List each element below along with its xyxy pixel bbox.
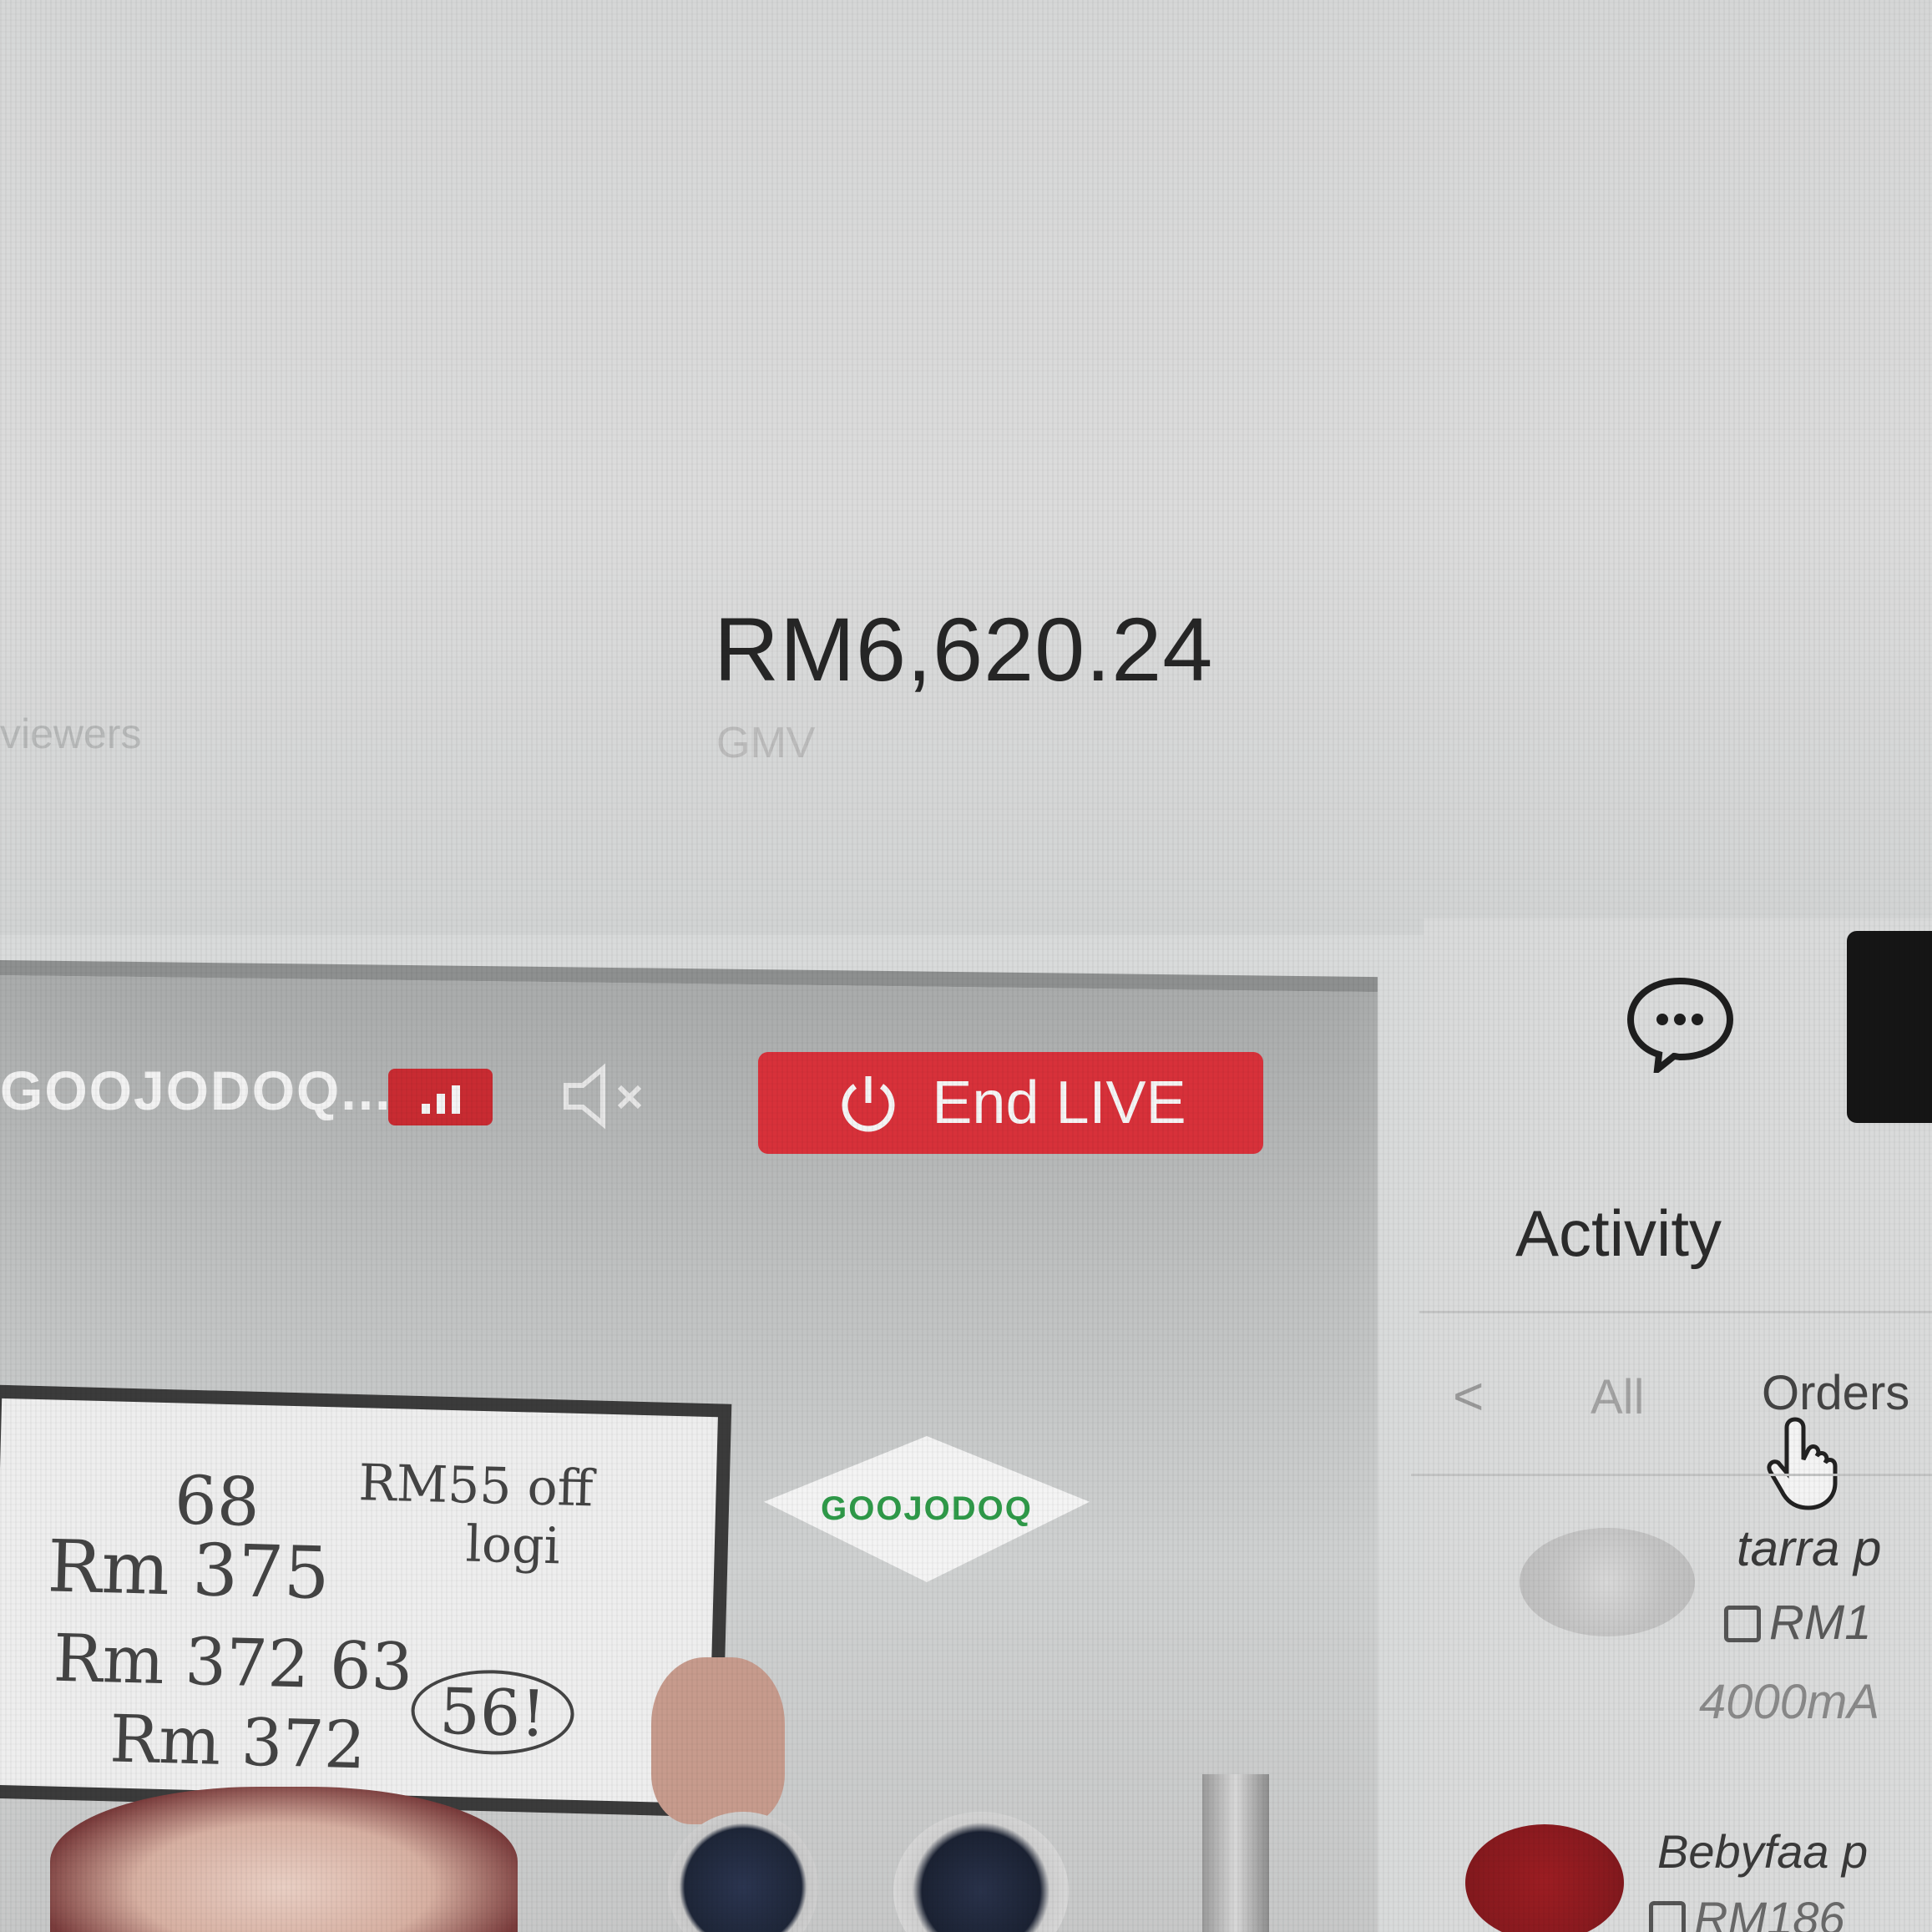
presenter [50, 1787, 518, 1932]
board-line: Rm 375 [46, 1525, 331, 1616]
end-live-label: End LIVE [932, 1070, 1186, 1136]
activity-title: Activity [1515, 1196, 1722, 1270]
activity-order-amount: RM1 [1724, 1595, 1871, 1651]
metrics-area [0, 0, 1932, 935]
board-line: 56! [410, 1667, 576, 1757]
divider [1411, 1474, 1932, 1476]
shop-name: GOOJODOQ... [0, 1060, 392, 1121]
order-icon [1649, 1901, 1686, 1932]
board-line: Rm 372 [109, 1702, 367, 1784]
side-panel-tab[interactable] [1847, 931, 1932, 1123]
board-line: Rm 372 63 [52, 1621, 414, 1706]
board-line: logi [464, 1515, 561, 1576]
presenter-hand [651, 1657, 785, 1824]
board-line: RM55 off [357, 1454, 594, 1519]
hand-cursor-icon [1767, 1417, 1838, 1510]
power-icon [842, 1076, 895, 1132]
order-amount: RM1 [1769, 1596, 1872, 1650]
viewers-label: viewers [0, 711, 142, 757]
activity-product-name: 4000mA [1699, 1675, 1880, 1729]
divider [1419, 1311, 1932, 1313]
mute-icon[interactable] [559, 1059, 651, 1134]
signal-strength-icon [388, 1069, 493, 1125]
chat-icon[interactable] [1624, 973, 1737, 1073]
avatar [1465, 1824, 1624, 1932]
whiteboard: 68 Rm 375 Rm 372 63 Rm 372 56! RM55 off … [0, 1384, 732, 1818]
avatar [1520, 1528, 1695, 1636]
order-icon [1724, 1606, 1761, 1642]
tab-all[interactable]: All [1591, 1369, 1644, 1425]
activity-user-name: tarra p [1737, 1520, 1882, 1576]
order-amount: RM186 [1694, 1892, 1845, 1932]
product-bottle [1202, 1774, 1269, 1932]
gmv-label: GMV [716, 719, 816, 767]
brand-logo-text: GOOJODOQ [821, 1490, 1033, 1527]
gmv-value: RM6,620.24 [714, 599, 1214, 700]
activity-order-amount: RM186 [1649, 1891, 1845, 1932]
activity-user-name: Bebyfaa p [1657, 1825, 1869, 1878]
end-live-button[interactable]: End LIVE [758, 1052, 1263, 1154]
tabs-back-icon[interactable]: < [1453, 1365, 1484, 1427]
